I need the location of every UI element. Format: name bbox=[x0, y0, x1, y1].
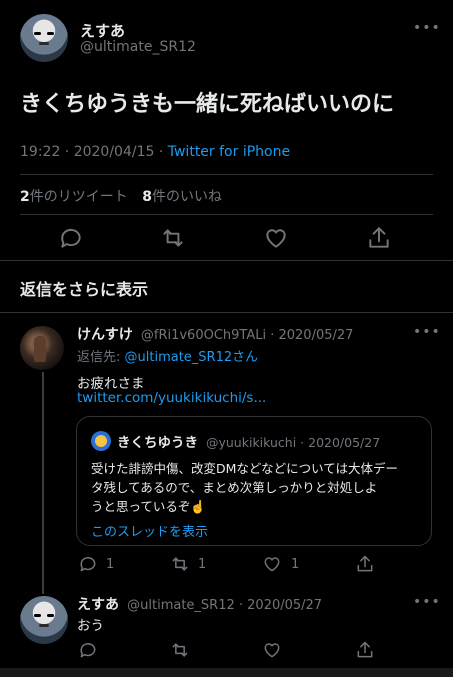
replying-to-link[interactable]: @ultimate_SR12さん bbox=[125, 350, 259, 365]
author-handle[interactable]: @ultimate_SR12 bbox=[80, 39, 196, 55]
divider bbox=[20, 174, 433, 175]
like-count: 1 bbox=[291, 557, 300, 572]
show-thread-link[interactable]: このスレッドを表示 bbox=[91, 521, 208, 540]
tweet-timestamp: 19:22 · 2020/04/15 · bbox=[20, 144, 168, 160]
avatar-mouth bbox=[39, 42, 49, 45]
retweets-stat[interactable]: 2件のリツイート bbox=[20, 189, 128, 205]
quoted-handle-date: @yuukikikuchi · 2020/05/27 bbox=[205, 435, 381, 450]
more-options-icon[interactable]: ••• bbox=[413, 20, 441, 36]
share-icon[interactable] bbox=[355, 640, 375, 660]
reply-header: けんすけ @fRi1v60OCh9TALi · 2020/05/27 bbox=[77, 324, 353, 344]
quoted-text: 受けた誹謗中傷、改変DMなどなどについては大体デー タ残してあるので、まとめ次第… bbox=[91, 461, 399, 514]
author-name[interactable]: えすあ bbox=[80, 20, 125, 41]
reply-handle-date[interactable]: @fRi1v60OCh9TALi · 2020/05/27 bbox=[141, 328, 354, 343]
quoted-author-avatar bbox=[91, 431, 111, 451]
more-options-icon[interactable]: ••• bbox=[413, 324, 441, 340]
reply2-author-name[interactable]: えすあ bbox=[77, 597, 119, 613]
divider bbox=[0, 312, 453, 313]
tweet-meta: 19:22 · 2020/04/15 · Twitter for iPhone bbox=[20, 144, 290, 160]
retweet-icon[interactable] bbox=[160, 225, 186, 251]
reply-icon[interactable] bbox=[58, 225, 84, 251]
quoted-tweet[interactable]: きくちゆうき @yuukikikuchi · 2020/05/27 受けた誹謗中… bbox=[76, 416, 432, 546]
retweet-count: 1 bbox=[198, 557, 207, 572]
avatar-figure bbox=[34, 336, 46, 362]
reply2-author-avatar[interactable] bbox=[20, 596, 68, 644]
author-avatar[interactable] bbox=[20, 14, 68, 62]
share-icon[interactable] bbox=[355, 554, 375, 574]
reply-icon[interactable] bbox=[78, 640, 98, 660]
avatar-eye bbox=[34, 614, 41, 617]
avatar-eye bbox=[34, 32, 41, 35]
avatar-mouth bbox=[39, 624, 49, 627]
avatar-eye bbox=[47, 614, 54, 617]
replying-to-label: 返信先: bbox=[77, 350, 125, 365]
reply2-header: えすあ @ultimate_SR12 · 2020/05/27 bbox=[77, 594, 322, 614]
reply2-handle-date[interactable]: @ultimate_SR12 · 2020/05/27 bbox=[127, 598, 322, 613]
likes-stat[interactable]: 8件のいいね bbox=[142, 189, 222, 205]
reply2-text: おう bbox=[77, 618, 104, 634]
like-icon[interactable] bbox=[262, 554, 282, 574]
divider bbox=[0, 260, 453, 261]
share-icon[interactable] bbox=[366, 225, 392, 251]
quoted-author-name: きくちゆうき bbox=[117, 435, 198, 451]
thread-line bbox=[42, 372, 44, 594]
bottom-bar bbox=[0, 668, 453, 677]
quoted-header: きくちゆうき @yuukikikuchi · 2020/05/27 bbox=[117, 431, 380, 451]
retweet-icon[interactable] bbox=[170, 640, 190, 660]
reply-author-avatar[interactable] bbox=[20, 326, 64, 370]
tweet-client-link[interactable]: Twitter for iPhone bbox=[168, 144, 290, 160]
divider bbox=[20, 214, 433, 215]
like-icon[interactable] bbox=[262, 640, 282, 660]
reply-link[interactable]: twitter.com/yuukikikuchi/s... bbox=[77, 390, 266, 406]
reply-icon[interactable] bbox=[78, 554, 98, 574]
tweet-stats: 2件のリツイート 8件のいいね bbox=[20, 186, 222, 206]
like-icon[interactable] bbox=[263, 225, 289, 251]
more-options-icon[interactable]: ••• bbox=[413, 594, 441, 610]
retweet-icon[interactable] bbox=[170, 554, 190, 574]
replying-to: 返信先: @ultimate_SR12さん bbox=[77, 346, 258, 365]
show-more-replies[interactable]: 返信をさらに表示 bbox=[20, 276, 148, 300]
tweet-text: きくちゆうきも一緒に死ねばいいのに bbox=[20, 92, 395, 117]
reply-author-name[interactable]: けんすけ bbox=[77, 327, 133, 343]
avatar-eye bbox=[47, 32, 54, 35]
reply-count: 1 bbox=[106, 557, 115, 572]
reply-text: お疲れさま bbox=[77, 376, 145, 392]
